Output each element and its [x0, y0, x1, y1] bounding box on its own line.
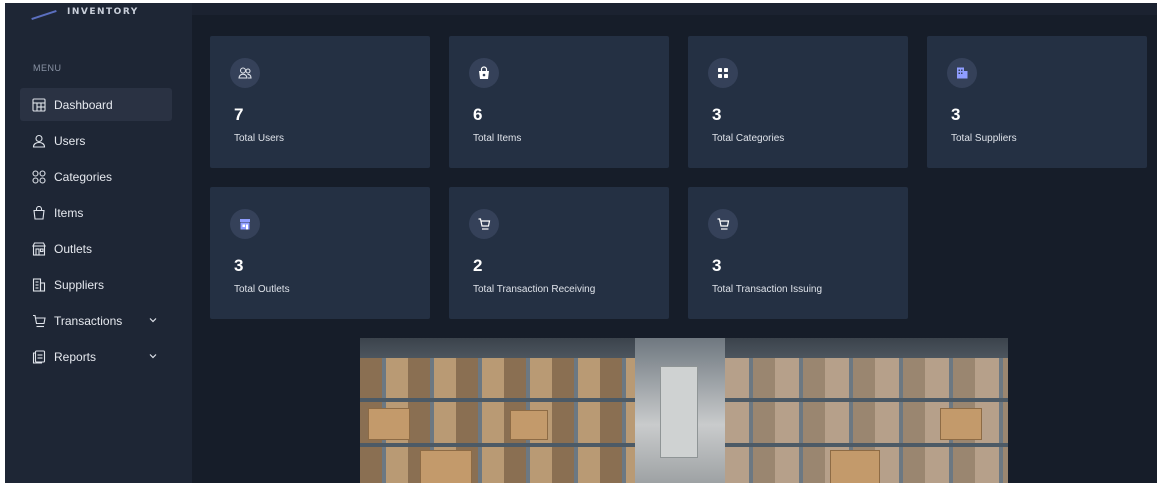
- building-icon: [32, 277, 46, 292]
- chevron-down-icon[interactable]: [148, 350, 158, 360]
- stat-card-transaction-issuing[interactable]: 3 Total Transaction Issuing: [688, 187, 908, 319]
- logo-text: INVENTORY: [67, 7, 139, 17]
- sidebar-nav: Dashboard Users Categories Items Outlets…: [20, 88, 172, 376]
- cart-icon: [32, 314, 46, 328]
- user-icon: [32, 134, 46, 148]
- store-icon: [230, 209, 260, 239]
- shelf-beam: [360, 398, 635, 402]
- sidebar-item-dashboard[interactable]: Dashboard: [20, 88, 172, 121]
- shelf-beam: [360, 443, 635, 447]
- shelf-beam: [725, 398, 1008, 402]
- categories-icon: [32, 169, 46, 184]
- stat-value: 3: [234, 256, 244, 275]
- cardboard-box: [940, 408, 982, 440]
- bag-icon: [469, 58, 499, 88]
- stat-label: Total Items: [473, 133, 522, 144]
- sidebar-item-transactions[interactable]: Transactions: [20, 304, 172, 337]
- menu-section-label: MENU: [33, 63, 62, 73]
- sidebar-item-label: Categories: [54, 169, 113, 184]
- building-icon: [947, 58, 977, 88]
- warehouse-door: [660, 366, 698, 458]
- cardboard-box: [510, 410, 548, 440]
- app-frame: INVENTORY MENU Dashboard Users Categorie…: [5, 3, 1157, 483]
- stat-label: Total Transaction Receiving: [473, 284, 596, 295]
- bag-icon: [32, 205, 46, 220]
- categories-icon: [708, 58, 738, 88]
- stat-label: Total Suppliers: [951, 133, 1017, 144]
- warehouse-banner-image: [360, 338, 1008, 483]
- stat-card-users[interactable]: 7 Total Users: [210, 36, 430, 168]
- cart-icon: [708, 209, 738, 239]
- sidebar-item-label: Dashboard: [54, 97, 113, 112]
- grid-icon: [32, 97, 46, 112]
- stat-value: 3: [951, 105, 961, 124]
- cardboard-box: [830, 450, 880, 483]
- stat-value: 2: [473, 256, 483, 275]
- sidebar-item-users[interactable]: Users: [20, 124, 172, 157]
- stat-label: Total Transaction Issuing: [712, 284, 823, 295]
- stat-card-items[interactable]: 6 Total Items: [449, 36, 669, 168]
- cardboard-box: [368, 408, 410, 440]
- sidebar-item-label: Reports: [54, 349, 97, 364]
- stat-label: Total Users: [234, 133, 285, 144]
- logo-mark-icon: [31, 6, 57, 18]
- sidebar-item-reports[interactable]: Reports: [20, 340, 172, 373]
- store-icon: [32, 241, 46, 256]
- cart-icon: [469, 209, 499, 239]
- sidebar-item-label: Items: [54, 205, 84, 220]
- stat-label: Total Outlets: [234, 284, 290, 295]
- app-logo[interactable]: INVENTORY: [31, 3, 139, 21]
- sidebar-item-suppliers[interactable]: Suppliers: [20, 268, 172, 301]
- shelf-beam: [725, 443, 1008, 447]
- chevron-down-icon[interactable]: [148, 314, 158, 324]
- sidebar-item-outlets[interactable]: Outlets: [20, 232, 172, 265]
- stat-label: Total Categories: [712, 133, 785, 144]
- stat-value: 7: [234, 105, 244, 124]
- dashboard-main: 7 Total Users 6 Total Items 3 Total Cate…: [192, 15, 1157, 483]
- stat-card-outlets[interactable]: 3 Total Outlets: [210, 187, 430, 319]
- sidebar-item-label: Outlets: [54, 241, 93, 256]
- stat-card-categories[interactable]: 3 Total Categories: [688, 36, 908, 168]
- report-icon: [32, 349, 46, 364]
- sidebar-item-label: Users: [54, 133, 86, 148]
- stat-value: 3: [712, 256, 722, 275]
- sidebar-item-items[interactable]: Items: [20, 196, 172, 229]
- stat-card-transaction-receiving[interactable]: 2 Total Transaction Receiving: [449, 187, 669, 319]
- cardboard-box: [420, 450, 472, 483]
- sidebar-item-label: Transactions: [54, 313, 123, 328]
- sidebar-item-categories[interactable]: Categories: [20, 160, 172, 193]
- stat-value: 6: [473, 105, 483, 124]
- users-icon: [230, 58, 260, 88]
- stat-card-suppliers[interactable]: 3 Total Suppliers: [927, 36, 1147, 168]
- stat-value: 3: [712, 105, 722, 124]
- sidebar-item-label: Suppliers: [54, 277, 105, 292]
- sidebar: INVENTORY MENU Dashboard Users Categorie…: [5, 3, 192, 483]
